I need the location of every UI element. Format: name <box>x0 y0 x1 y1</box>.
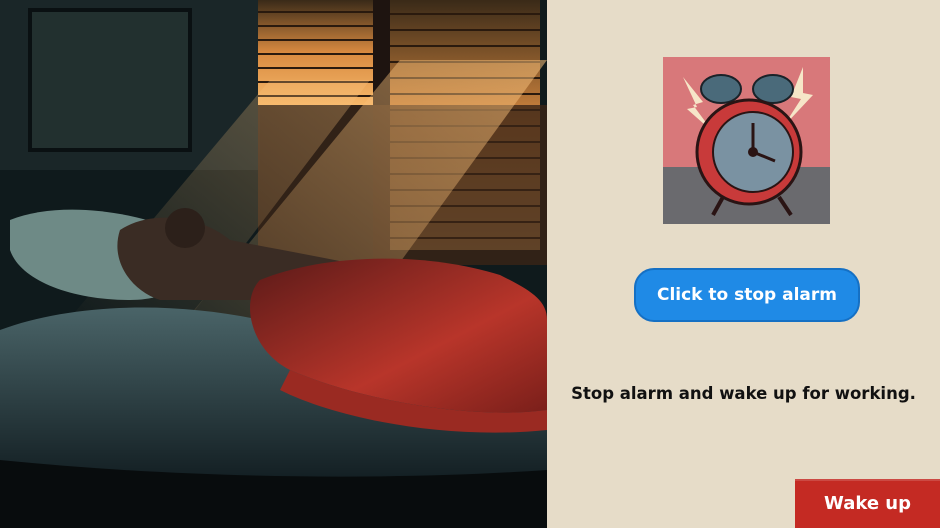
wake-up-button[interactable]: Wake up <box>795 479 940 528</box>
sleeping-person-illustration-icon <box>0 0 547 528</box>
bedroom-illustration <box>0 0 547 528</box>
alarm-clock-icon <box>663 57 830 224</box>
stop-alarm-button[interactable]: Click to stop alarm <box>634 268 860 322</box>
instruction-text: Stop alarm and wake up for working. <box>571 384 916 403</box>
alarm-panel: Click to stop alarm Stop alarm and wake … <box>547 0 940 528</box>
